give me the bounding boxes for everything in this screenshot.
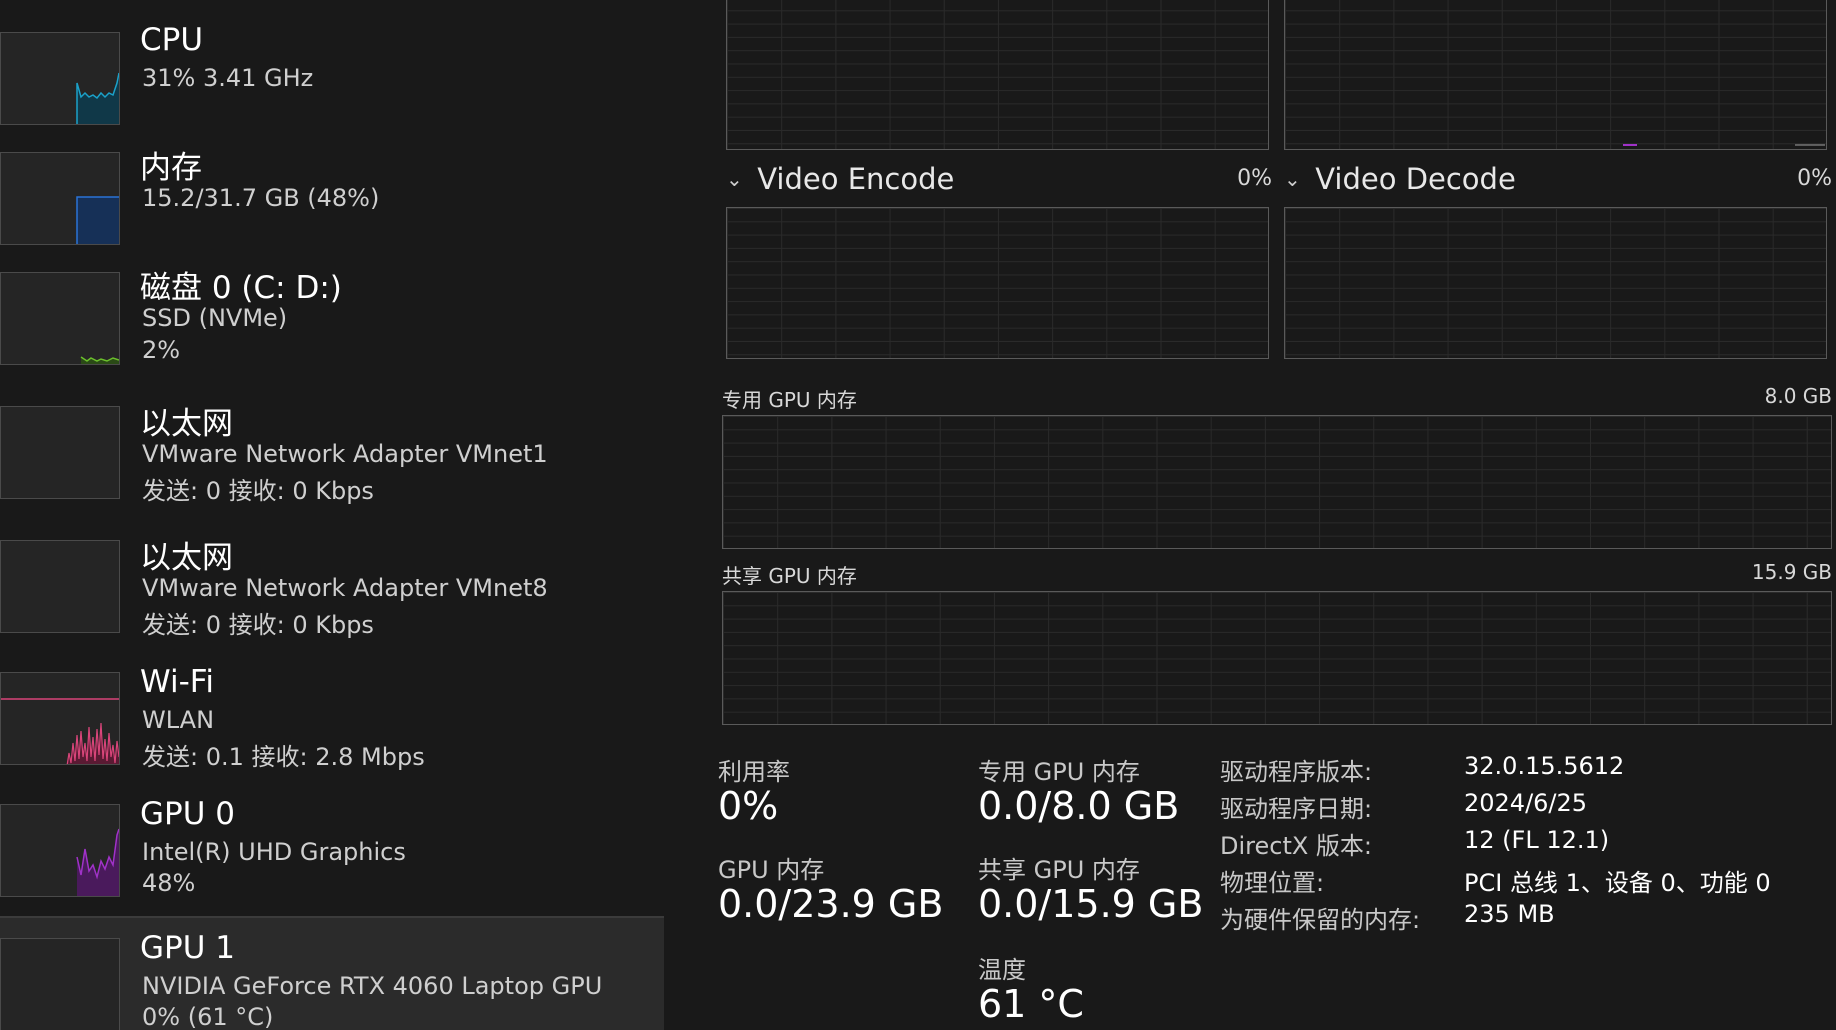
cpu-thumbnail-graph <box>0 32 120 125</box>
shared-memory-max: 15.9 GB <box>1751 560 1832 584</box>
sidebar-item-title: CPU <box>140 22 204 58</box>
video-encode-header[interactable]: ⌄ Video Encode <box>726 162 954 196</box>
sidebar-item-detail: Intel(R) UHD Graphics <box>142 838 406 866</box>
sidebar-item-throughput: 发送: 0.1 接收: 2.8 Mbps <box>142 743 425 771</box>
video-encode-label: Video Encode <box>757 162 955 196</box>
video-encode-graph <box>726 207 1269 359</box>
driver-version-value: 32.0.15.5612 <box>1464 752 1625 780</box>
temperature-value: 61 °C <box>978 982 1084 1026</box>
sidebar-item-cpu[interactable]: CPU 31% 3.41 GHz <box>0 0 664 125</box>
dedicated-memory-label: 专用 GPU 内存 <box>722 388 857 412</box>
sidebar-item-title: 以太网 <box>140 540 233 576</box>
sidebar-item-detail: 15.2/31.7 GB (48%) <box>142 184 380 212</box>
sidebar-item-detail: WLAN <box>142 706 215 734</box>
gpu-memory-label: GPU 内存 <box>718 856 825 884</box>
gpu1-thumbnail-graph <box>0 938 120 1030</box>
chevron-down-icon: ⌄ <box>726 167 743 191</box>
sidebar-item-title: GPU 1 <box>140 930 235 966</box>
sidebar-item-ethernet-vmnet8[interactable]: 以太网 VMware Network Adapter VMnet8 发送: 0 … <box>0 502 664 639</box>
shared-gpu-memory-label: 共享 GPU 内存 <box>978 856 1140 884</box>
sidebar-item-throughput: 发送: 0 接收: 0 Kbps <box>142 477 374 505</box>
physical-location-value: PCI 总线 1、设备 0、功能 0 <box>1464 869 1771 897</box>
sidebar-item-throughput: 发送: 0 接收: 0 Kbps <box>142 611 374 639</box>
dedicated-memory-graph <box>722 415 1832 549</box>
directx-version-label: DirectX 版本: <box>1220 832 1373 860</box>
dedicated-memory-max: 8.0 GB <box>1764 384 1832 408</box>
sidebar-item-title: 以太网 <box>140 406 233 442</box>
disk-thumbnail-graph <box>0 272 120 365</box>
chevron-down-icon: ⌄ <box>1284 167 1301 191</box>
shared-memory-graph <box>722 591 1832 725</box>
utilization-value: 0% <box>718 784 779 828</box>
sidebar-item-detail: VMware Network Adapter VMnet1 <box>142 440 548 468</box>
memory-thumbnail-graph <box>0 152 120 245</box>
sidebar-item-disk[interactable]: 磁盘 0 (C: D:) SSD (NVMe) 2% <box>0 238 664 368</box>
ethernet-thumbnail-graph <box>0 540 120 633</box>
gpu0-thumbnail-graph <box>0 804 120 897</box>
driver-version-label: 驱动程序版本: <box>1220 758 1373 786</box>
video-encode-percent: 0% <box>1237 166 1272 191</box>
video-decode-header[interactable]: ⌄ Video Decode <box>1284 162 1516 196</box>
sidebar-item-usage: 0% (61 °C) <box>142 1003 274 1030</box>
sidebar-item-usage: 2% <box>142 336 181 364</box>
directx-version-value: 12 (FL 12.1) <box>1464 826 1610 854</box>
sidebar-item-memory[interactable]: 内存 15.2/31.7 GB (48%) <box>0 118 664 245</box>
sidebar-item-title: 磁盘 0 (C: D:) <box>140 270 342 306</box>
sidebar-item-ethernet-vmnet1[interactable]: 以太网 VMware Network Adapter VMnet1 发送: 0 … <box>0 368 664 505</box>
shared-memory-label: 共享 GPU 内存 <box>722 564 857 588</box>
video-decode-label: Video Decode <box>1315 162 1516 196</box>
temperature-label: 温度 <box>978 956 1026 984</box>
shared-gpu-memory-value: 0.0/15.9 GB <box>978 882 1204 926</box>
utilization-label: 利用率 <box>718 758 790 786</box>
physical-location-label: 物理位置: <box>1220 869 1325 897</box>
sidebar-item-detail: 31% 3.41 GHz <box>142 64 314 92</box>
sidebar-item-title: GPU 0 <box>140 796 235 832</box>
sidebar: CPU 31% 3.41 GHz 内存 15.2/31.7 GB (48%) 磁… <box>0 0 664 1030</box>
sidebar-item-gpu0[interactable]: GPU 0 Intel(R) UHD Graphics 48% <box>0 770 664 916</box>
video-decode-graph <box>1284 207 1827 359</box>
gpu-memory-value: 0.0/23.9 GB <box>718 882 944 926</box>
sidebar-item-detail: SSD (NVMe) <box>142 304 288 332</box>
dedicated-gpu-memory-value: 0.0/8.0 GB <box>978 784 1180 828</box>
engine-graph-top-left <box>726 0 1269 150</box>
sidebar-item-usage: 48% <box>142 869 196 897</box>
sidebar-item-title: Wi-Fi <box>140 664 214 700</box>
wifi-thumbnail-graph <box>0 672 120 765</box>
sidebar-item-detail: VMware Network Adapter VMnet8 <box>142 574 548 602</box>
sidebar-item-title: 内存 <box>140 150 202 186</box>
engine-graph-top-right <box>1284 0 1827 150</box>
dedicated-gpu-memory-label: 专用 GPU 内存 <box>978 758 1140 786</box>
hardware-reserved-memory-value: 235 MB <box>1464 900 1555 928</box>
driver-date-label: 驱动程序日期: <box>1220 795 1373 823</box>
driver-date-value: 2024/6/25 <box>1464 789 1588 817</box>
ethernet-thumbnail-graph <box>0 406 120 499</box>
video-decode-percent: 0% <box>1797 166 1832 191</box>
sidebar-item-detail: NVIDIA GeForce RTX 4060 Laptop GPU <box>142 972 603 1000</box>
hardware-reserved-memory-label: 为硬件保留的内存: <box>1220 906 1421 934</box>
sidebar-item-wifi[interactable]: Wi-Fi WLAN 发送: 0.1 接收: 2.8 Mbps <box>0 636 664 771</box>
sidebar-item-gpu1[interactable]: GPU 1 NVIDIA GeForce RTX 4060 Laptop GPU… <box>0 916 664 1030</box>
